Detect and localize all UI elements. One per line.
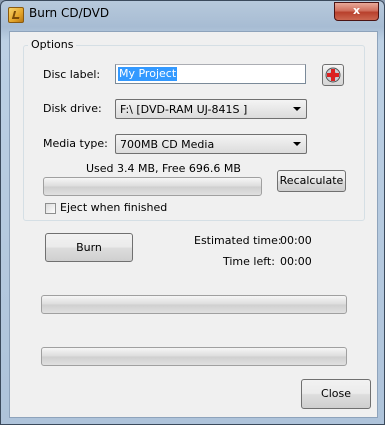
time-left-value: 00:00 xyxy=(280,255,312,268)
burn-dialog-window: Burn CD/DVD x Options Disc label: My Pro… xyxy=(0,0,385,425)
burn-progress-bar-2 xyxy=(41,347,347,366)
title-bar[interactable]: Burn CD/DVD x xyxy=(1,1,384,27)
media-type-select[interactable]: 700MB CD Media xyxy=(115,134,307,154)
disc-label-label: Disc label: xyxy=(43,68,101,81)
chevron-down-icon xyxy=(293,107,301,111)
burn-progress-bar-1 xyxy=(41,295,347,314)
window-close-button[interactable]: x xyxy=(334,2,379,21)
eject-checkbox[interactable] xyxy=(45,203,56,214)
disc-label-tool-button[interactable] xyxy=(322,64,344,86)
media-type-value: 700MB CD Media xyxy=(120,138,215,151)
estimated-time-value: 00:00 xyxy=(280,234,312,247)
disc-label-input[interactable]: My Project xyxy=(115,64,306,84)
disk-drive-value: F:\ [DVD-RAM UJ-841S ] xyxy=(120,103,248,116)
estimated-time-label: Estimated time: xyxy=(194,234,282,247)
recalculate-button[interactable]: Recalculate xyxy=(277,170,346,192)
window-title: Burn CD/DVD xyxy=(29,6,110,20)
media-type-label: Media type: xyxy=(43,137,108,150)
disk-drive-label: Disk drive: xyxy=(43,102,102,115)
recalculate-button-label: Recalculate xyxy=(279,174,344,187)
burn-button-label: Burn xyxy=(76,241,102,254)
options-group-title: Options xyxy=(28,38,77,51)
time-left-label: Time left: xyxy=(223,255,275,268)
eject-checkbox-label[interactable]: Eject when finished xyxy=(60,201,167,214)
disc-label-tool-icon xyxy=(325,67,341,83)
disc-usage-text: Used 3.4 MB, Free 696.6 MB xyxy=(86,162,241,175)
close-button[interactable]: Close xyxy=(301,379,371,409)
dialog-client-area: Options Disc label: My Project Disk driv… xyxy=(9,31,378,418)
disc-label-value: My Project xyxy=(118,67,178,81)
burn-app-icon xyxy=(8,7,24,23)
chevron-down-icon xyxy=(293,142,301,146)
close-button-label: Close xyxy=(321,387,351,400)
options-group: Options Disc label: My Project Disk driv… xyxy=(23,38,365,221)
disc-usage-bar xyxy=(43,177,262,196)
disk-drive-select[interactable]: F:\ [DVD-RAM UJ-841S ] xyxy=(115,99,307,119)
burn-button[interactable]: Burn xyxy=(45,233,133,262)
